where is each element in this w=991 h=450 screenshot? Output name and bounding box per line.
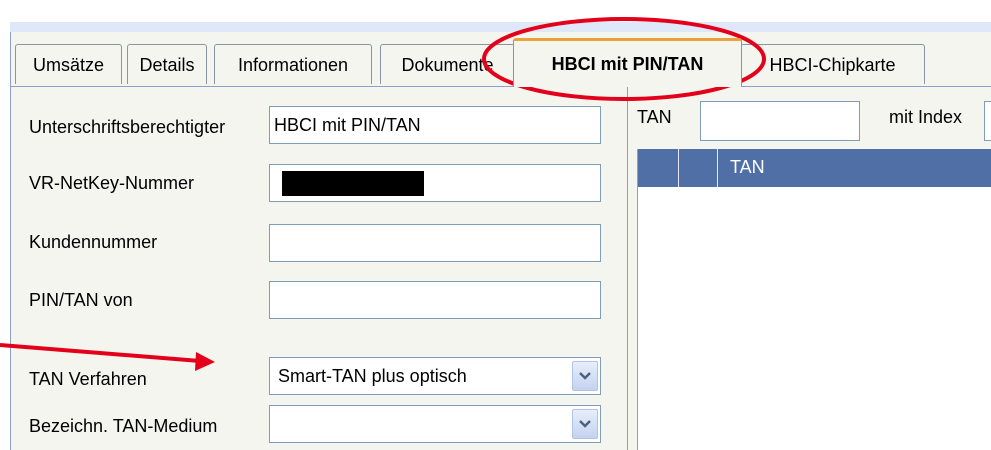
redacted-value (282, 171, 424, 196)
tan-medium-label: Bezeichn. TAN-Medium (29, 416, 218, 436)
tan-method-select[interactable]: Smart-TAN plus optisch (269, 357, 601, 395)
grid-header-tan[interactable]: TAN (730, 157, 765, 178)
tan-label: TAN (637, 107, 672, 127)
panel-divider (627, 87, 628, 450)
pin-tan-from-field[interactable] (269, 281, 601, 319)
chevron-down-icon (579, 420, 591, 428)
netkey-label: VR-NetKey-Nummer (29, 173, 195, 193)
signatory-field[interactable]: HBCI mit PIN/TAN (269, 106, 601, 144)
signatory-label: Unterschriftsberechtigter (29, 117, 226, 137)
tan-list-grid[interactable]: TAN (637, 149, 991, 450)
tab-hbci-pin-tan[interactable]: HBCI mit PIN/TAN (513, 38, 742, 87)
dropdown-button[interactable] (572, 409, 598, 439)
tab-dokumente[interactable]: Dokumente (380, 44, 515, 84)
chevron-down-icon (579, 372, 591, 380)
tab-details[interactable]: Details (127, 44, 207, 84)
tab-hbci-chipkarte[interactable]: HBCI-Chipkarte (740, 44, 925, 84)
grid-header-cell[interactable] (638, 149, 679, 187)
index-label: mit Index (889, 107, 963, 127)
dropdown-button[interactable] (572, 361, 598, 391)
tab-baseline (10, 86, 991, 87)
grid-header-cell[interactable] (679, 149, 718, 187)
index-input[interactable] (984, 101, 991, 141)
netkey-field[interactable] (269, 164, 601, 202)
grid-header: TAN (638, 149, 991, 187)
customer-number-label: Kundennummer (29, 232, 158, 252)
tab-umsaetze[interactable]: Umsätze (15, 44, 122, 84)
customer-number-field[interactable] (269, 224, 601, 262)
tan-input[interactable] (700, 101, 860, 141)
pin-tan-from-label: PIN/TAN von (29, 290, 133, 310)
tan-method-value: Smart-TAN plus optisch (278, 366, 467, 386)
tab-informationen[interactable]: Informationen (214, 44, 372, 84)
title-strip (10, 22, 991, 32)
tan-method-label: TAN Verfahren (29, 369, 147, 389)
tan-medium-select[interactable] (269, 405, 601, 443)
